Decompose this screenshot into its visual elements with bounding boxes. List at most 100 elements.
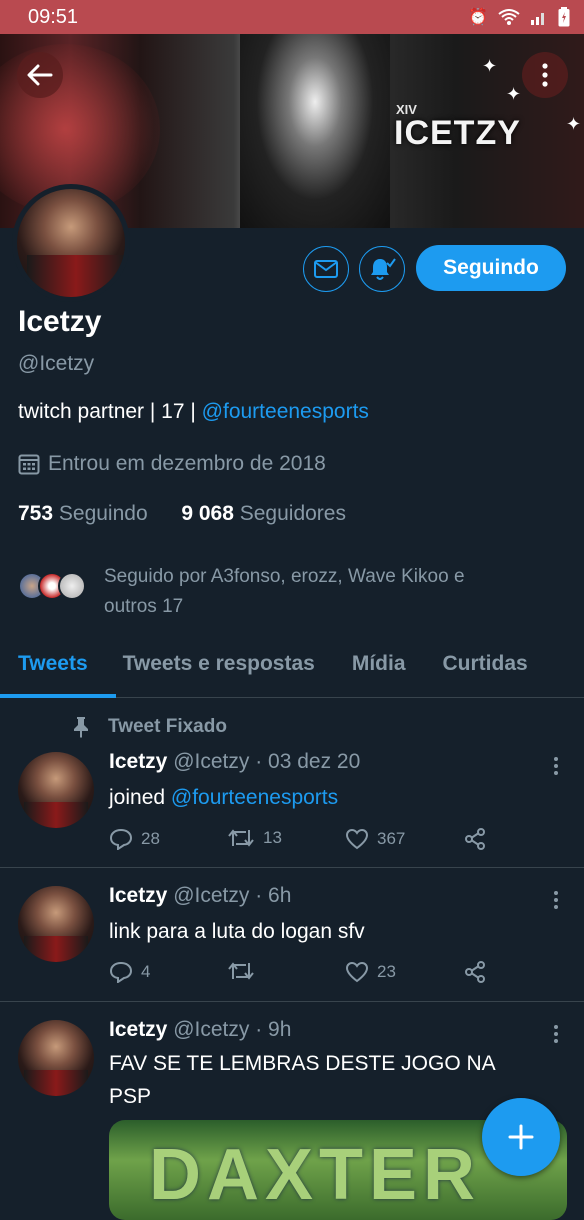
mini-avatar — [58, 572, 86, 600]
tweet-mention-link[interactable]: @fourteenesports — [171, 786, 338, 809]
more-vertical-icon — [554, 757, 558, 775]
followed-by-text: Seguido por A3fonso, erozz, Wave Kikoo e… — [104, 562, 465, 622]
more-options-button[interactable] — [522, 52, 568, 98]
retweet-icon — [228, 962, 254, 980]
tweet-avatar[interactable] — [18, 752, 94, 828]
banner-logo: ICETZY — [394, 114, 521, 152]
profile-bio: twitch partner | 17 | @fourteenesports — [18, 400, 369, 424]
notifications-button[interactable] — [359, 246, 405, 292]
followers-label: Seguidores — [239, 502, 346, 525]
follow-stats: 753 Seguindo 9 068 Seguidores — [18, 502, 346, 526]
media-title-art: DAXTER — [149, 1135, 482, 1215]
like-button[interactable]: 23 — [345, 961, 396, 983]
more-vertical-icon — [554, 891, 558, 909]
retweet-button[interactable]: 13 — [227, 828, 282, 848]
tweet-text-body: joined — [109, 786, 171, 809]
reply-button[interactable]: 28 — [109, 828, 160, 850]
tweet[interactable]: Icetzy @Icetzy · 03 dez 20 joined @fourt… — [0, 700, 584, 868]
profile-avatar[interactable] — [12, 184, 130, 302]
tweet-meta: @Icetzy · 9h — [173, 1018, 292, 1041]
reply-icon — [109, 961, 133, 983]
followed-by[interactable]: Seguido por A3fonso, erozz, Wave Kikoo e… — [18, 562, 578, 622]
more-vertical-icon — [554, 1025, 558, 1043]
status-icons: ⏰ — [468, 7, 570, 27]
banner-figure — [240, 34, 390, 228]
sparkle-icon: ✦ — [506, 84, 522, 104]
followed-by-avatars — [18, 572, 86, 600]
more-vertical-icon — [542, 63, 548, 87]
retweet-count: 13 — [263, 828, 282, 847]
tweet-more-button[interactable] — [548, 756, 564, 776]
signal-icon — [531, 13, 544, 25]
following-label: Seguindo — [58, 502, 148, 525]
tweet-avatar[interactable] — [18, 1020, 94, 1096]
tweet-avatar[interactable] — [18, 886, 94, 962]
profile-tabs: Tweets Tweets e respostas Mídia Curtidas — [0, 634, 584, 698]
tweet-text: FAV SE TE LEMBRAS DESTE JOGO NA PSP — [109, 1047, 549, 1113]
bio-text: twitch partner | 17 | — [18, 400, 202, 423]
following-count: 753 — [18, 502, 54, 525]
like-count: 23 — [377, 962, 396, 981]
like-count: 367 — [377, 829, 406, 848]
reply-count: 4 — [141, 962, 151, 981]
compose-tweet-button[interactable] — [482, 1098, 560, 1176]
sparkle-icon: ✦ — [482, 56, 498, 76]
retweet-icon — [228, 829, 254, 847]
tweet-meta: @Icetzy · 6h — [173, 884, 292, 907]
arrow-left-icon — [27, 64, 53, 86]
heart-icon — [345, 961, 369, 983]
status-bar: 09:51 ⏰ — [0, 0, 584, 34]
joined-date: Entrou em dezembro de 2018 — [18, 452, 326, 476]
bio-link[interactable]: @fourteenesports — [202, 400, 369, 423]
followed-by-line1: Seguido por A3fonso, erozz, Wave Kikoo e — [104, 566, 465, 587]
tweet-author-name[interactable]: Icetzy — [109, 1018, 167, 1041]
status-time: 09:51 — [28, 5, 79, 28]
tweet-more-button[interactable] — [548, 1024, 564, 1044]
share-button[interactable] — [464, 828, 486, 850]
tab-media[interactable]: Mídia — [352, 634, 406, 697]
followers-stat[interactable]: 9 068 Seguidores — [181, 502, 346, 525]
tweet-more-button[interactable] — [548, 890, 564, 910]
tweet-header: Icetzy @Icetzy · 6h — [109, 884, 291, 908]
share-button[interactable] — [464, 961, 486, 983]
heart-icon — [345, 828, 369, 850]
tweet-text-line: PSP — [109, 1085, 152, 1108]
share-icon — [465, 961, 485, 983]
retweet-button[interactable] — [227, 961, 263, 981]
battery-icon — [558, 7, 570, 27]
share-icon — [465, 828, 485, 850]
tab-likes[interactable]: Curtidas — [443, 634, 528, 697]
reply-count: 28 — [141, 829, 160, 848]
active-tab-indicator — [0, 694, 116, 698]
tweet-header: Icetzy @Icetzy · 9h — [109, 1018, 291, 1042]
calendar-icon — [18, 454, 40, 475]
reply-button[interactable]: 4 — [109, 961, 150, 983]
wifi-icon — [498, 9, 520, 25]
joined-text: Entrou em dezembro de 2018 — [48, 452, 326, 475]
tab-tweets[interactable]: Tweets — [18, 634, 88, 697]
profile-handle: @Icetzy — [18, 352, 95, 375]
message-button[interactable] — [303, 246, 349, 292]
bell-check-icon — [371, 258, 396, 280]
following-stat[interactable]: 753 Seguindo — [18, 502, 148, 525]
tweet-author-name[interactable]: Icetzy — [109, 750, 167, 773]
tweet-meta: @Icetzy · 03 dez 20 — [173, 750, 361, 773]
sparkle-icon: ✦ — [566, 114, 582, 134]
following-button[interactable]: Seguindo — [416, 245, 566, 291]
reply-icon — [109, 828, 133, 850]
followers-count: 9 068 — [181, 502, 234, 525]
tweet-text: joined @fourteenesports — [109, 781, 549, 814]
tweet-text-line: FAV SE TE LEMBRAS DESTE JOGO NA — [109, 1052, 496, 1075]
envelope-icon — [314, 260, 338, 278]
plus-icon — [508, 1124, 534, 1150]
tweet[interactable]: Icetzy @Icetzy · 6h link para a luta do … — [0, 868, 584, 1002]
like-button[interactable]: 367 — [345, 828, 405, 850]
tweet-text: link para a luta do logan sfv — [109, 920, 365, 943]
followed-by-line2: outros 17 — [104, 596, 184, 617]
profile-name: Icetzy — [18, 305, 102, 338]
tab-tweets-replies[interactable]: Tweets e respostas — [123, 634, 315, 697]
back-button[interactable] — [17, 52, 63, 98]
tweet-author-name[interactable]: Icetzy — [109, 884, 167, 907]
tweet-header: Icetzy @Icetzy · 03 dez 20 — [109, 750, 360, 774]
alarm-icon: ⏰ — [468, 9, 488, 26]
